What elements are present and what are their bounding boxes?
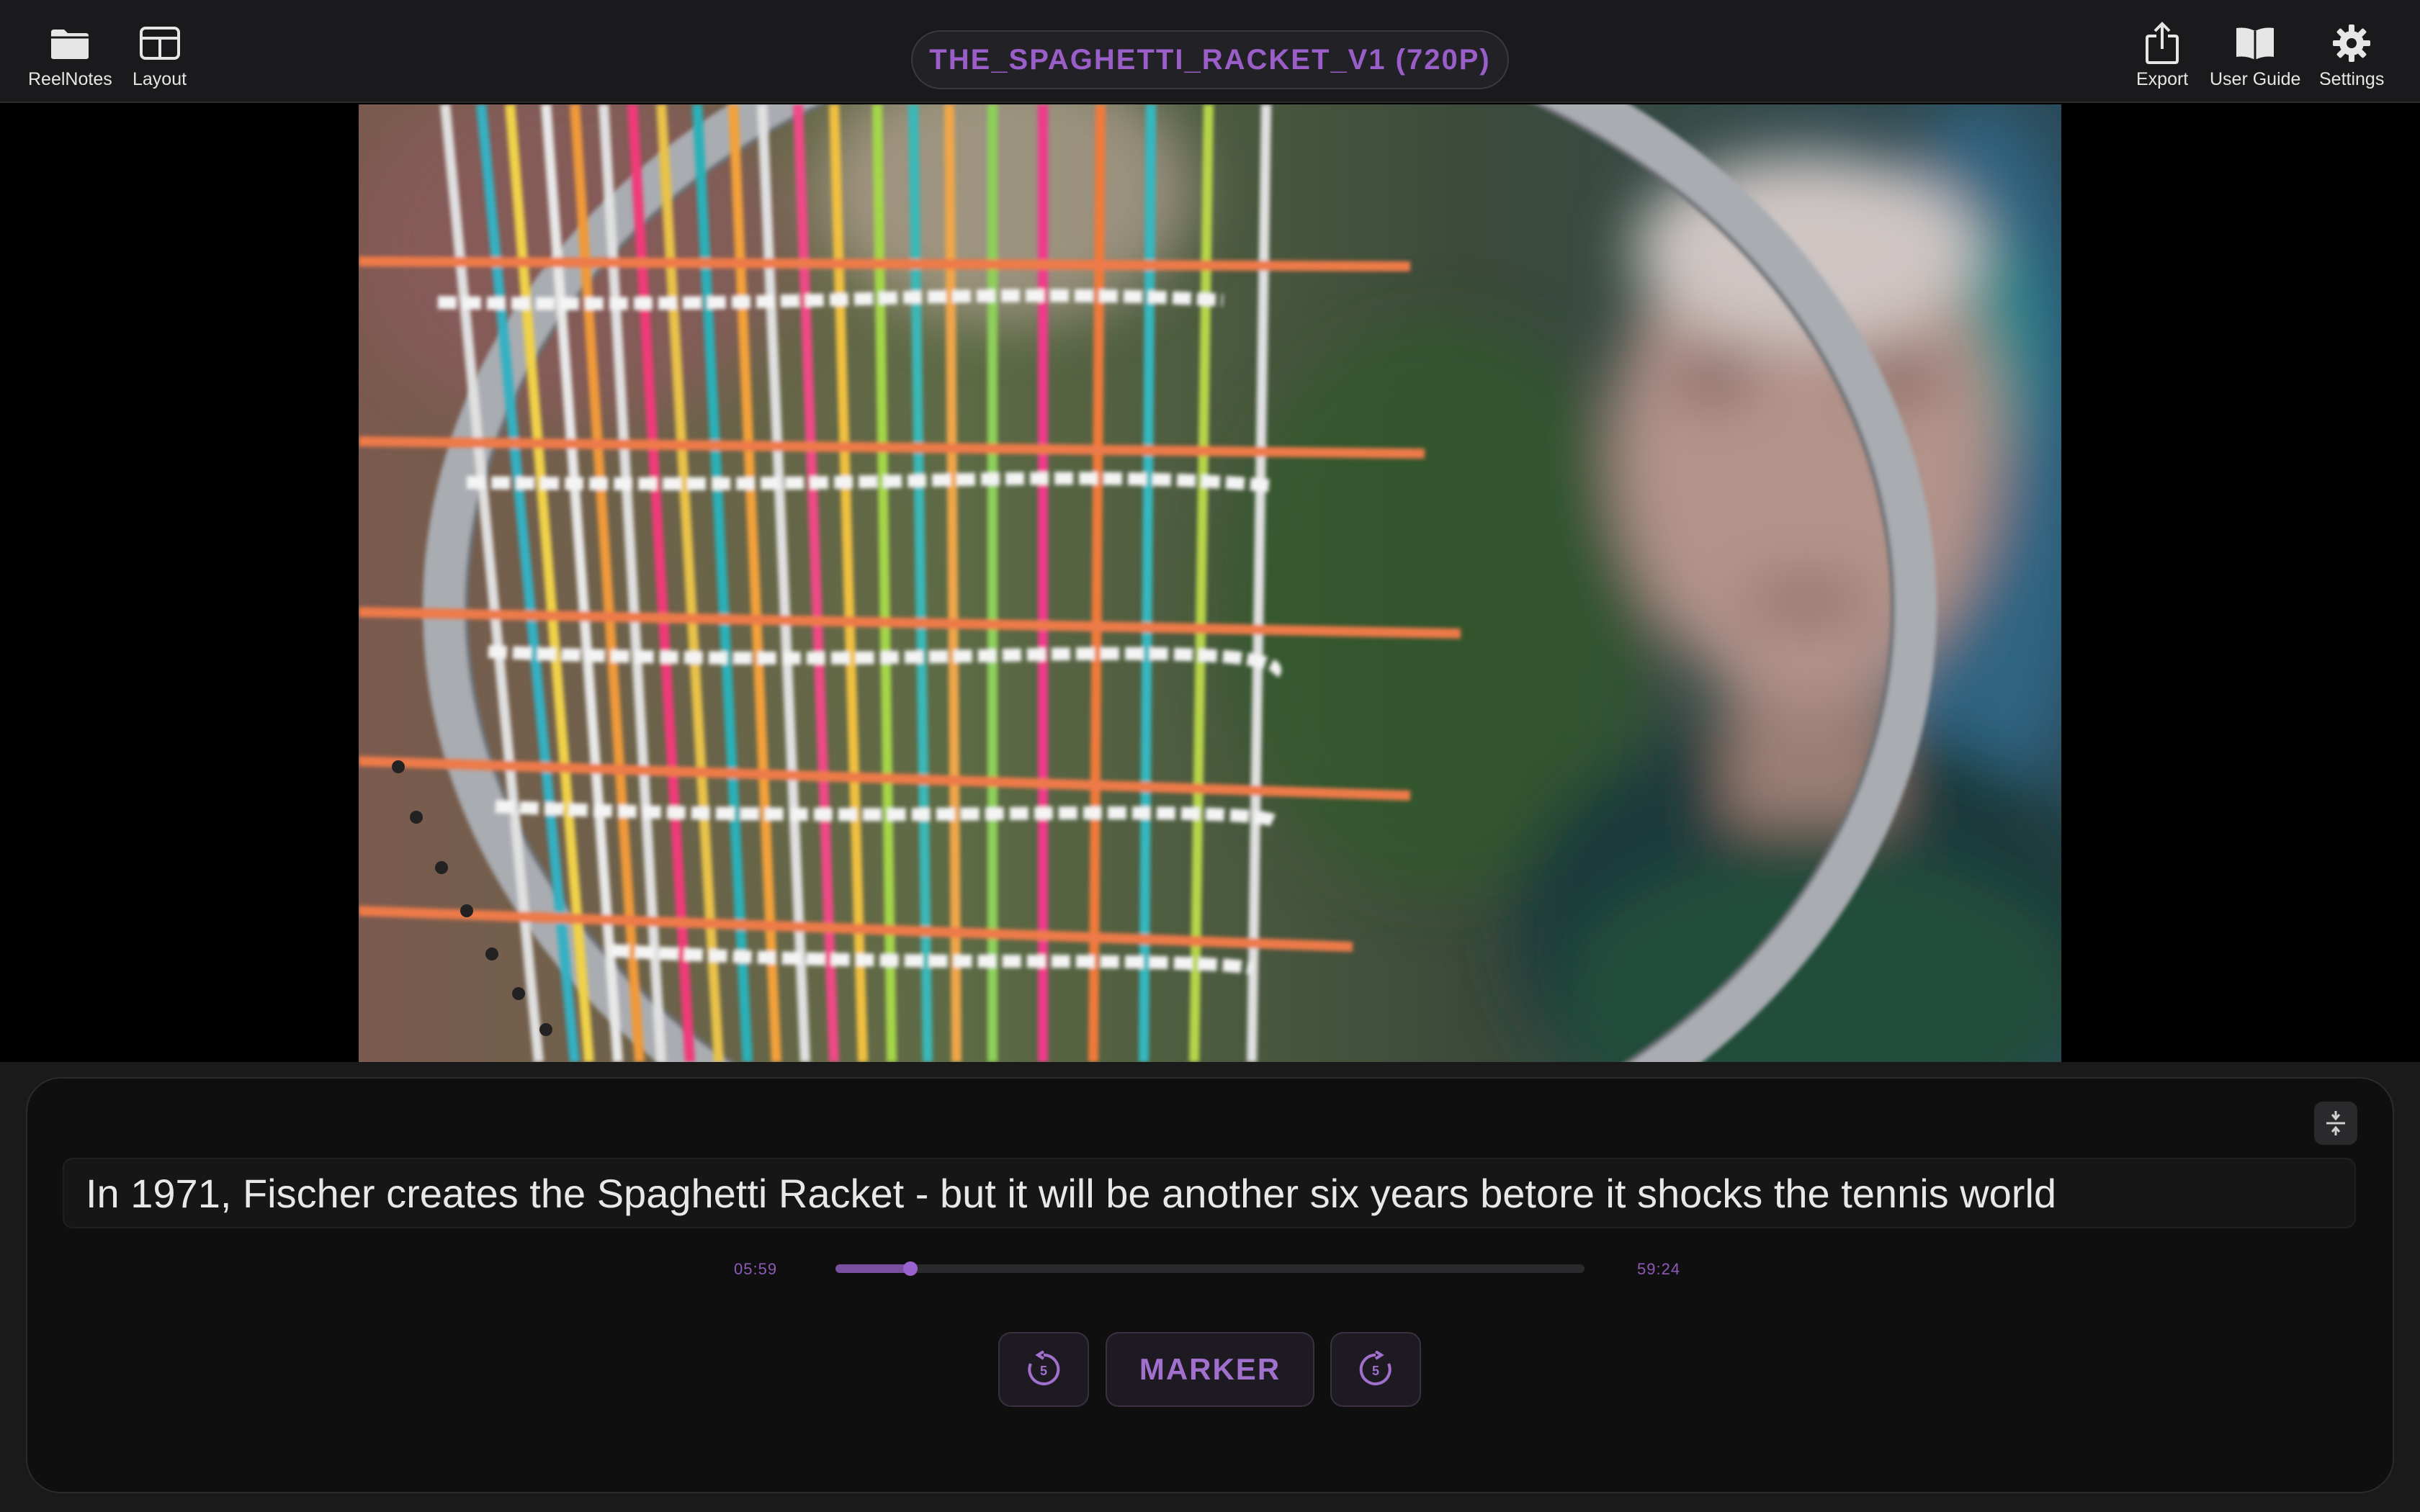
video-title[interactable]: THE_SPAGHETTI_RACKET_V1 (720P) — [911, 30, 1509, 89]
user-guide-label: User Guide — [2210, 69, 2301, 89]
settings-button[interactable]: Settings — [2319, 20, 2384, 90]
forward-seconds-label: 5 — [1372, 1364, 1379, 1378]
forward-5-button[interactable]: 5 — [1330, 1332, 1421, 1407]
export-button[interactable]: Export — [2136, 20, 2188, 90]
current-time: 05:59 — [734, 1260, 778, 1278]
marker-button[interactable]: MARKER — [1106, 1332, 1314, 1407]
collapse-icon — [2326, 1111, 2345, 1135]
caption-text: In 1971, Fischer creates the Spaghetti R… — [86, 1170, 2057, 1216]
timeline-scrubber[interactable] — [835, 1261, 1585, 1276]
export-label: Export — [2136, 69, 2189, 89]
layout-button[interactable]: Layout — [133, 20, 187, 90]
video-player[interactable] — [0, 104, 2420, 1062]
book-icon — [2232, 20, 2278, 66]
marker-label: MARKER — [1139, 1352, 1281, 1386]
caption-text-field[interactable]: In 1971, Fischer creates the Spaghetti R… — [63, 1158, 2356, 1228]
timeline-playhead[interactable] — [903, 1261, 918, 1276]
share-icon — [2139, 20, 2185, 66]
video-frame-image — [359, 104, 2061, 1062]
gear-icon — [2329, 20, 2375, 66]
total-time: 59:24 — [1637, 1260, 1681, 1278]
reelnotes-label: ReelNotes — [28, 69, 112, 89]
settings-label: Settings — [2319, 69, 2385, 89]
rewind-5-icon: 5 — [1028, 1351, 1060, 1385]
reelnotes-button[interactable]: ReelNotes — [28, 20, 112, 90]
folder-icon — [47, 20, 93, 66]
timeline-progress — [835, 1264, 910, 1273]
video-frame[interactable] — [359, 104, 2061, 1062]
layout-label: Layout — [133, 69, 187, 89]
top-toolbar: ReelNotes Layout THE_SPAGHETTI_RACKET_V1… — [0, 0, 2420, 103]
forward-5-icon: 5 — [1359, 1351, 1392, 1385]
layout-icon — [137, 20, 183, 66]
notes-panel — [26, 1077, 2394, 1493]
rewind-5-button[interactable]: 5 — [998, 1332, 1089, 1407]
collapse-panel-button[interactable] — [2314, 1102, 2357, 1145]
user-guide-button[interactable]: User Guide — [2210, 20, 2300, 90]
rewind-seconds-label: 5 — [1040, 1364, 1047, 1378]
